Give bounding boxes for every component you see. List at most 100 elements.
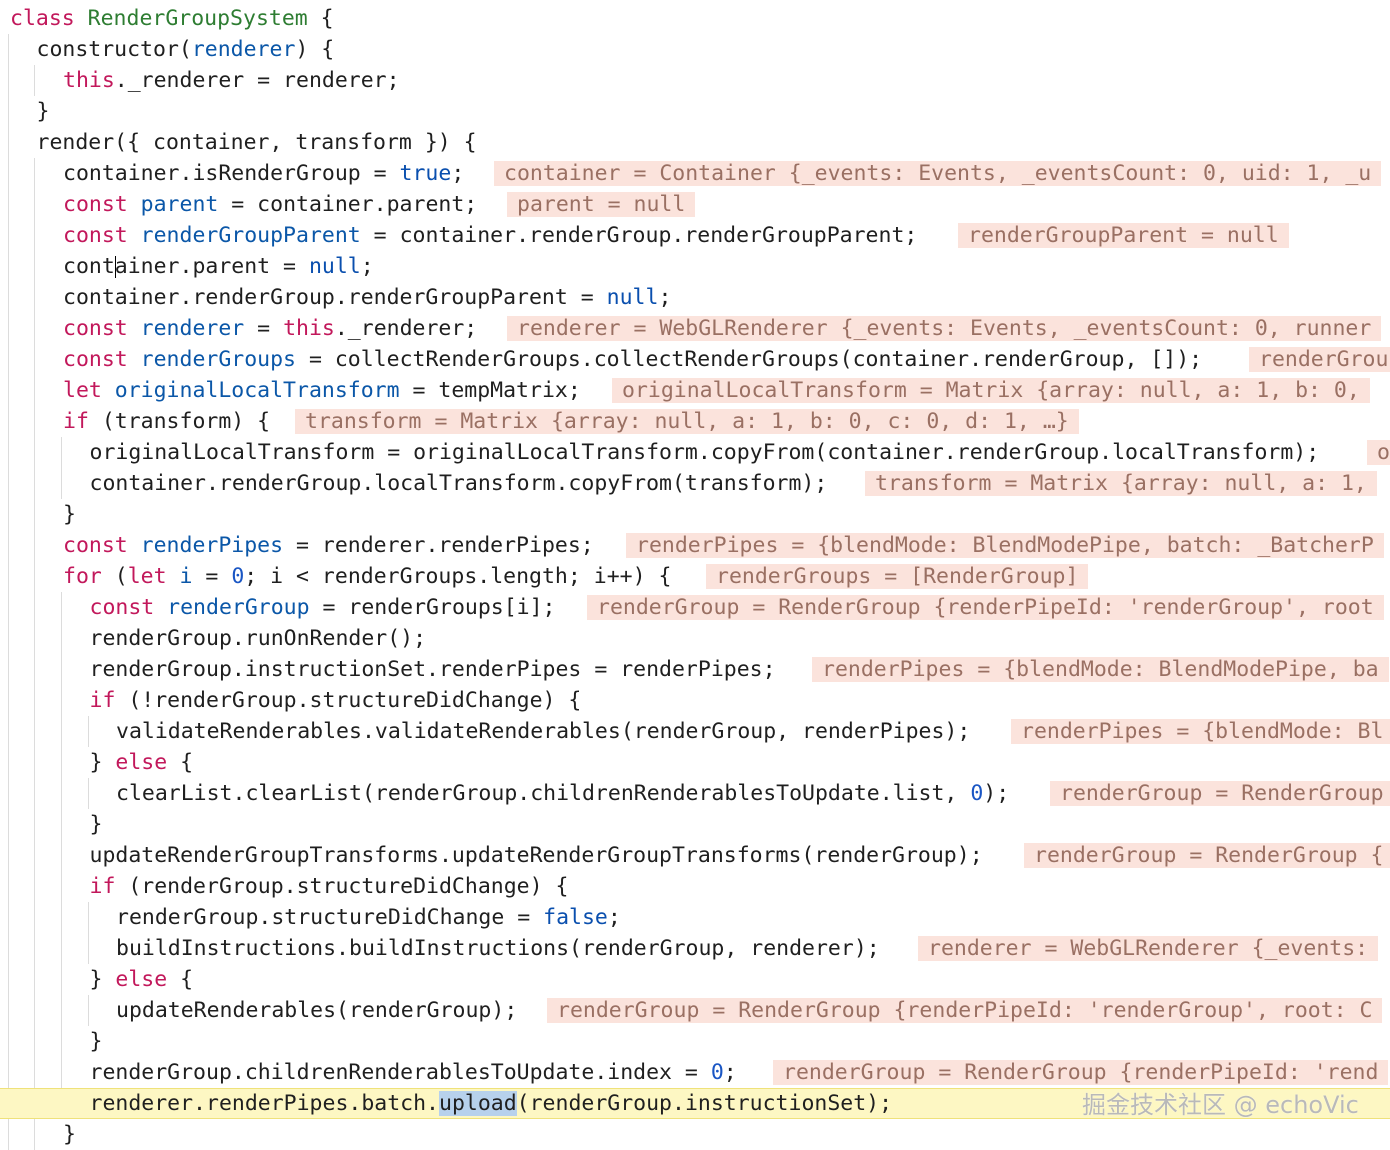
code-text: class RenderGroupSystem { xyxy=(10,3,334,34)
code-text: renderGroup.childrenRenderablesToUpdate.… xyxy=(90,1057,737,1088)
code-text: if (renderGroup.structureDidChange) { xyxy=(90,871,569,902)
code-line[interactable]: clearList.clearList(renderGroup.children… xyxy=(0,778,1390,809)
code-line[interactable]: this._renderer = renderer; xyxy=(0,65,1390,96)
inline-debug-value[interactable]: renderPipes = {blendMode: BlendModePipe,… xyxy=(812,657,1389,682)
code-line[interactable]: if (!renderGroup.structureDidChange) { xyxy=(0,685,1390,716)
code-text: for (let i = 0; i < renderGroups.length;… xyxy=(63,561,671,592)
code-token: else xyxy=(115,967,168,992)
code-line[interactable]: } xyxy=(0,809,1390,840)
inline-debug-value[interactable]: renderGroup = RenderGroup {renderPipeId:… xyxy=(547,998,1383,1023)
code-line[interactable]: const renderGroups = collectRenderGroups… xyxy=(0,344,1390,375)
code-line[interactable]: } xyxy=(0,96,1390,127)
inline-debug-value[interactable]: renderGroup = RenderGroup xyxy=(1050,781,1390,806)
code-token: ._renderer = renderer; xyxy=(114,68,400,93)
code-token: ._renderer; xyxy=(334,316,478,341)
inline-debug-value[interactable]: transform = Matrix {array: null, a: 1, xyxy=(865,471,1377,496)
code-editor[interactable]: class RenderGroupSystem {constructor(ren… xyxy=(0,0,1390,1150)
code-token: for xyxy=(63,564,102,589)
code-line[interactable]: updateRenderGroupTransforms.updateRender… xyxy=(0,840,1390,871)
code-line[interactable]: renderGroup.runOnRender(); xyxy=(0,623,1390,654)
code-token: clearList.clearList(renderGroup.children… xyxy=(116,781,971,806)
code-token: container.renderGroup.renderGroupParent … xyxy=(63,285,607,310)
code-line[interactable]: constructor(renderer) { xyxy=(0,34,1390,65)
inline-debug-value[interactable]: renderGroup = RenderGroup {renderPipeId:… xyxy=(587,595,1384,620)
code-token: (renderGroup.instructionSet); xyxy=(516,1091,893,1116)
code-token: render({ container, transform }) { xyxy=(36,130,477,155)
code-line[interactable]: let originalLocalTransform = tempMatrix;… xyxy=(0,375,1390,406)
inline-debug-value[interactable]: o xyxy=(1367,440,1390,465)
inline-debug-value[interactable]: container = Container {_events: Events, … xyxy=(494,161,1382,186)
code-text: clearList.clearList(renderGroup.children… xyxy=(116,778,1009,809)
inline-debug-value[interactable]: renderPipes = {blendMode: Bl xyxy=(1011,719,1390,744)
code-token: let xyxy=(127,564,180,589)
code-token: constructor( xyxy=(36,37,192,62)
code-line[interactable]: container.renderGroup.renderGroupParent … xyxy=(0,282,1390,313)
inline-debug-value[interactable]: parent = null xyxy=(507,192,696,217)
code-token: updateRenderGroupTransforms.updateRender… xyxy=(89,843,983,868)
code-line[interactable]: if (renderGroup.structureDidChange) { xyxy=(0,871,1390,902)
code-line[interactable]: const renderer = this._renderer; renderer… xyxy=(0,313,1390,344)
code-line[interactable]: const renderPipes = renderer.renderPipes… xyxy=(0,530,1390,561)
code-line[interactable]: class RenderGroupSystem { xyxy=(0,3,1390,34)
code-line[interactable]: validateRenderables.validateRenderables(… xyxy=(0,716,1390,747)
watermark: 掘金技术社区 @ echoVic xyxy=(1082,1091,1359,1119)
code-token: ); xyxy=(983,781,1010,806)
code-line[interactable]: } xyxy=(0,1119,1390,1150)
code-token: ; xyxy=(723,1060,737,1085)
code-line[interactable]: originalLocalTransform = originalLocalTr… xyxy=(0,437,1390,468)
inline-debug-value[interactable]: transform = Matrix {array: null, a: 1, b… xyxy=(295,409,1079,434)
code-token: 0 xyxy=(231,564,245,589)
code-token: ) { xyxy=(295,37,335,62)
code-line[interactable]: updateRenderables(renderGroup); renderGro… xyxy=(0,995,1390,1026)
code-token: (transform) { xyxy=(88,409,271,434)
inline-debug-value[interactable]: originalLocalTransform = Matrix {array: … xyxy=(612,378,1370,403)
code-line[interactable]: renderGroup.structureDidChange = false; xyxy=(0,902,1390,933)
inline-debug-value[interactable]: renderGroup = RenderGroup {renderPipeId:… xyxy=(773,1060,1389,1085)
code-token: } xyxy=(63,1122,76,1147)
code-text: renderGroup.structureDidChange = false; xyxy=(116,902,621,933)
code-line[interactable]: render({ container, transform }) { xyxy=(0,127,1390,158)
code-token: originalLocalTransform xyxy=(114,378,400,403)
code-line[interactable]: } xyxy=(0,499,1390,530)
inline-debug-value[interactable]: renderer = WebGLRenderer {_events: Event… xyxy=(507,316,1382,341)
code-line[interactable]: container.isRenderGroup = true; container… xyxy=(0,158,1390,189)
code-text: render({ container, transform }) { xyxy=(37,127,477,158)
code-line[interactable]: const renderGroup = renderGroups[i]; rend… xyxy=(0,592,1390,623)
code-token: const xyxy=(89,595,168,620)
code-text: const renderPipes = renderer.renderPipes… xyxy=(63,530,594,561)
code-token: true xyxy=(399,161,452,186)
code-line[interactable]: buildInstructions.buildInstructions(rend… xyxy=(0,933,1390,964)
code-text: container.parent = null; xyxy=(63,251,374,282)
inline-debug-value[interactable]: renderGroup = RenderGroup { xyxy=(1024,843,1390,868)
inline-debug-value[interactable]: renderGrou xyxy=(1249,347,1390,372)
code-line[interactable]: const parent = container.parent; parent =… xyxy=(0,189,1390,220)
code-token: renderer xyxy=(191,37,296,62)
code-token: originalLocalTransform = originalLocalTr… xyxy=(89,440,1320,465)
code-line[interactable]: renderGroup.childrenRenderablesToUpdate.… xyxy=(0,1057,1390,1088)
code-token: } xyxy=(89,750,116,775)
code-line[interactable]: if (transform) {transform = Matrix {arra… xyxy=(0,406,1390,437)
code-text: this._renderer = renderer; xyxy=(63,65,400,96)
code-token: renderGroupParent xyxy=(140,223,361,248)
code-line[interactable]: renderGroup.instructionSet.renderPipes =… xyxy=(0,654,1390,685)
code-line[interactable]: container.renderGroup.localTransform.cop… xyxy=(0,468,1390,499)
inline-debug-value[interactable]: renderer = WebGLRenderer {_events: xyxy=(918,936,1379,961)
code-text: } xyxy=(63,499,76,530)
code-line[interactable]: } else { xyxy=(0,747,1390,778)
code-token: class xyxy=(10,6,88,31)
code-line[interactable]: } xyxy=(0,1026,1390,1057)
code-token: } xyxy=(89,967,116,992)
inline-debug-value[interactable]: renderPipes = {blendMode: BlendModePipe,… xyxy=(626,533,1384,558)
code-token: null xyxy=(308,254,361,279)
code-line[interactable]: for (let i = 0; i < renderGroups.length;… xyxy=(0,561,1390,592)
code-line[interactable]: container.parent = null; xyxy=(0,251,1390,282)
inline-debug-value[interactable]: renderGroups = [RenderGroup] xyxy=(706,564,1089,589)
inline-debug-value[interactable]: renderGroupParent = null xyxy=(958,223,1289,248)
code-text: const renderGroup = renderGroups[i]; xyxy=(90,592,556,623)
code-token: } xyxy=(36,99,50,124)
code-line[interactable]: } else { xyxy=(0,964,1390,995)
code-token: const xyxy=(63,533,141,558)
code-line[interactable]: const renderGroupParent = container.rend… xyxy=(0,220,1390,251)
code-token: 0 xyxy=(710,1060,724,1085)
code-token: container.isRenderGroup = xyxy=(63,161,400,186)
